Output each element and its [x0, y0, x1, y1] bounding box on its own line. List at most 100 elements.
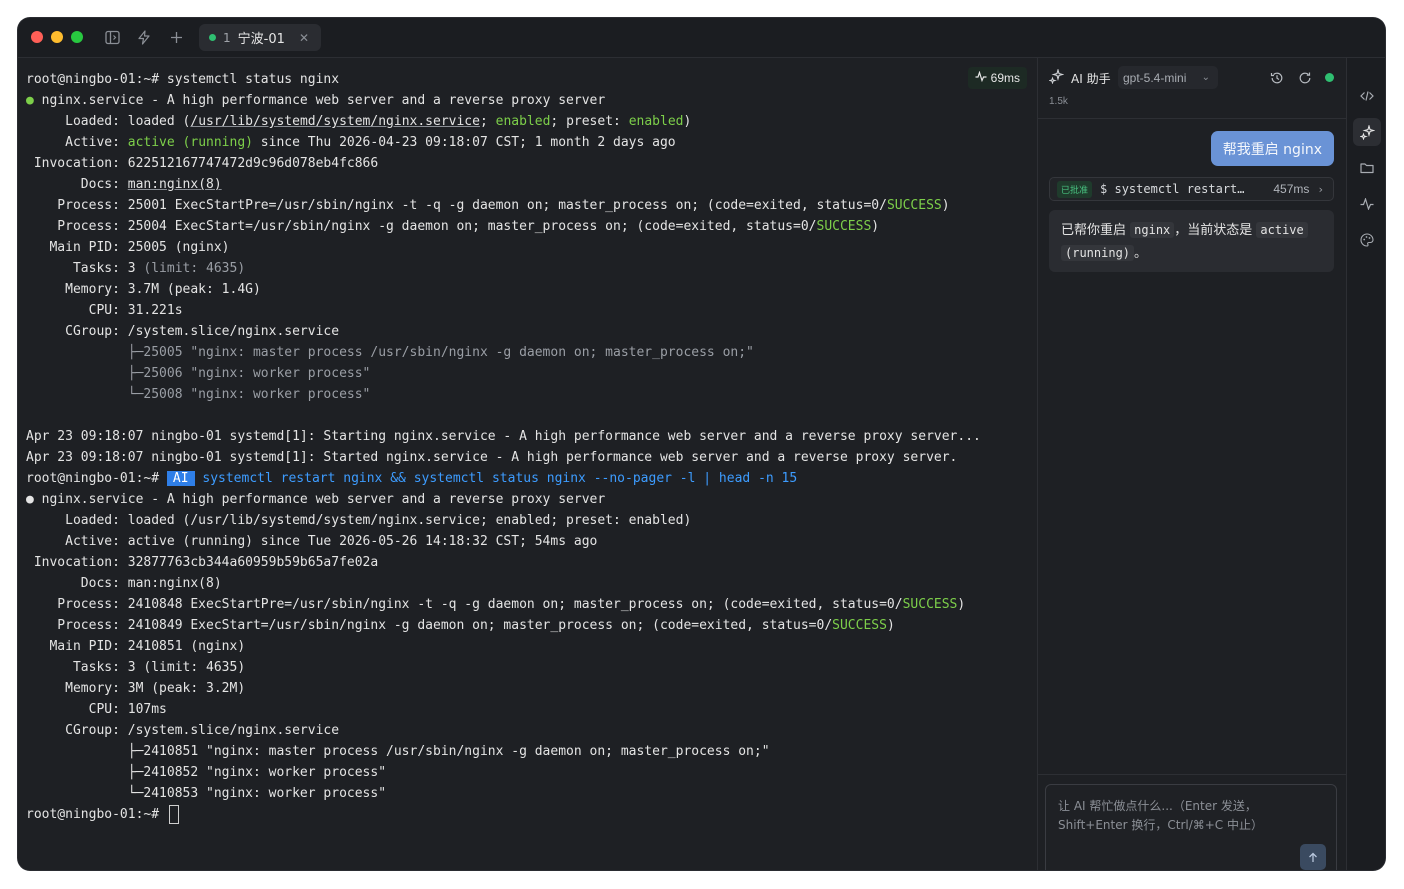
terminal-text: ) — [886, 618, 895, 633]
terminal-line: Active: active (running) since Tue 2026-… — [26, 531, 1027, 552]
terminal-cursor — [168, 805, 179, 824]
terminal-line: Loaded: loaded (/usr/lib/systemd/system/… — [26, 111, 1027, 132]
activity-icon[interactable] — [1353, 190, 1381, 218]
tool-duration: 457ms — [1273, 182, 1310, 196]
terminal-output: root@ningbo-01:~# systemctl status nginx… — [26, 69, 1027, 825]
ai-sparkle-icon[interactable] — [1353, 118, 1381, 146]
palette-icon[interactable] — [1353, 226, 1381, 254]
terminal-text: Main PID: 25005 (nginx) — [26, 240, 230, 255]
terminal-line: Process: 2410849 ExecStart=/usr/sbin/ngi… — [26, 615, 1027, 636]
latency-value: 69ms — [990, 71, 1020, 85]
folder-icon[interactable] — [1353, 154, 1381, 182]
terminal-text: Invocation: 32877763cb344a60959b59b65a7f… — [26, 555, 379, 570]
terminal-text: ; preset: — [550, 114, 629, 129]
terminal-line: Invocation: 622512167747472d9c96d078eb4f… — [26, 153, 1027, 174]
terminal-text: since Thu 2026-04-23 09:18:07 CST; 1 mon… — [252, 135, 676, 150]
sidebar-toggle-icon[interactable] — [102, 27, 122, 47]
ai-panel-header: AI 助手 gpt-5.4-mini ⌄ 1.5k — [1038, 58, 1346, 119]
minimize-window-button[interactable] — [51, 31, 63, 43]
terminal-text: ● — [26, 93, 42, 108]
terminal-text: Apr 23 09:18:07 ningbo-01 systemd[1]: St… — [26, 429, 981, 444]
terminal-text: CPU: 31.221s — [26, 303, 183, 318]
history-icon[interactable] — [1268, 69, 1286, 87]
terminal-line: └─25008 "nginx: worker process" — [26, 384, 1027, 405]
title-bar: 1 宁波-01 ✕ — [18, 18, 1385, 58]
composer-divider — [1038, 774, 1346, 775]
connection-status-dot — [1325, 73, 1334, 82]
terminal-text: enabled — [628, 114, 684, 129]
terminal-text: Tasks: 3 (limit: 4635) — [26, 660, 246, 675]
terminal-text: ; — [479, 114, 496, 129]
terminal-line: ● nginx.service - A high performance web… — [26, 489, 1027, 510]
terminal-text: CGroup: /system.slice/nginx.service — [26, 324, 340, 339]
terminal-line: CPU: 107ms — [26, 699, 1027, 720]
terminal-line: CGroup: /system.slice/nginx.service — [26, 720, 1027, 741]
terminal-text: active (running) — [127, 135, 253, 150]
terminal-line: Tasks: 3 (limit: 4635) — [26, 657, 1027, 678]
close-window-button[interactable] — [31, 31, 43, 43]
terminal-text: ● nginx.service - A high performance web… — [26, 492, 606, 507]
terminal-text: CPU: 107ms — [26, 702, 167, 717]
terminal-text: Process: 2410848 ExecStartPre=/usr/sbin/… — [26, 597, 903, 612]
terminal-line: Docs: man:nginx(8) — [26, 174, 1027, 195]
terminal-text: Process: 2410849 ExecStart=/usr/sbin/ngi… — [26, 618, 833, 633]
terminal-text: root@ningbo-01:~# — [26, 807, 167, 822]
terminal-text: Main PID: 2410851 (nginx) — [26, 639, 246, 654]
refresh-icon[interactable] — [1296, 69, 1314, 87]
terminal-line: └─2410853 "nginx: worker process" — [26, 783, 1027, 804]
terminal-text: Apr 23 09:18:07 ningbo-01 systemd[1]: St… — [26, 450, 958, 465]
reply-code: (running) — [1061, 245, 1135, 261]
terminal-text: Invocation: 622512167747472d9c96d078eb4f… — [26, 156, 379, 171]
chevron-right-icon: › — [1317, 182, 1324, 196]
terminal-text: SUCCESS — [832, 618, 887, 633]
terminal-line: Memory: 3.7M (peak: 1.4G) — [26, 279, 1027, 300]
terminal-pane[interactable]: root@ningbo-01:~# systemctl status nginx… — [18, 58, 1037, 870]
terminal-line: Docs: man:nginx(8) — [26, 573, 1027, 594]
pulse-icon — [975, 70, 987, 85]
reply-code: nginx — [1130, 222, 1175, 238]
terminal-line: Memory: 3M (peak: 3.2M) — [26, 678, 1027, 699]
terminal-line: Apr 23 09:18:07 ningbo-01 systemd[1]: St… — [26, 447, 1027, 468]
terminal-line: CGroup: /system.slice/nginx.service — [26, 321, 1027, 342]
new-tab-plus-icon[interactable] — [166, 27, 186, 47]
terminal-line: ├─2410852 "nginx: worker process" — [26, 762, 1027, 783]
terminal-text: root@ningbo-01:~# systemctl status nginx — [26, 72, 340, 87]
terminal-text: CGroup: /system.slice/nginx.service — [26, 723, 340, 738]
lightning-icon[interactable] — [134, 27, 154, 47]
terminal-line: Loaded: loaded (/usr/lib/systemd/system/… — [26, 510, 1027, 531]
terminal-line: Process: 25001 ExecStartPre=/usr/sbin/ng… — [26, 195, 1027, 216]
latency-badge: 69ms — [967, 67, 1027, 89]
terminal-line: Main PID: 2410851 (nginx) — [26, 636, 1027, 657]
tool-call-row[interactable]: 已批准 $ systemctl restart… 457ms › — [1049, 177, 1334, 201]
terminal-line: Process: 25004 ExecStart=/usr/sbin/nginx… — [26, 216, 1027, 237]
terminal-line: ● nginx.service - A high performance web… — [26, 90, 1027, 111]
reply-code: active — [1256, 222, 1308, 238]
prompt-placeholder: 让 AI 帮忙做点什么...（Enter 发送，Shift+Enter 换行，C… — [1058, 799, 1263, 832]
tab-close-icon[interactable]: ✕ — [299, 31, 309, 45]
terminal-line: CPU: 31.221s — [26, 300, 1027, 321]
app-window: 1 宁波-01 ✕ root@ningbo-01:~# systemctl st… — [18, 18, 1385, 870]
terminal-line: root@ningbo-01:~# — [26, 804, 1027, 825]
terminal-text: ) — [871, 219, 880, 234]
terminal-text: enabled — [495, 114, 551, 129]
maximize-window-button[interactable] — [71, 31, 83, 43]
terminal-text: man:nginx(8) — [127, 177, 222, 192]
tab-ningbo-01[interactable]: 1 宁波-01 ✕ — [199, 24, 321, 51]
terminal-line: Main PID: 25005 (nginx) — [26, 237, 1027, 258]
terminal-line: Process: 2410848 ExecStartPre=/usr/sbin/… — [26, 594, 1027, 615]
send-button[interactable] — [1300, 844, 1326, 870]
reply-text: ，当前状态是 — [1174, 223, 1257, 238]
terminal-text: Loaded: loaded ( — [26, 114, 191, 129]
terminal-text: └─25008 "nginx: worker process" — [26, 387, 371, 402]
prompt-input[interactable]: 让 AI 帮忙做点什么...（Enter 发送，Shift+Enter 换行，C… — [1045, 784, 1337, 870]
terminal-line: ├─25005 "nginx: master process /usr/sbin… — [26, 342, 1027, 363]
terminal-text: SUCCESS — [816, 219, 872, 234]
model-select[interactable]: gpt-5.4-mini ⌄ — [1118, 66, 1218, 89]
terminal-text: Active: — [26, 135, 128, 150]
code-icon[interactable] — [1353, 82, 1381, 110]
terminal-line: ├─25006 "nginx: worker process" — [26, 363, 1027, 384]
terminal-text: Docs: — [26, 177, 128, 192]
terminal-text: Memory: 3.7M (peak: 1.4G) — [26, 282, 261, 297]
ai-command-badge: AI — [166, 471, 195, 486]
